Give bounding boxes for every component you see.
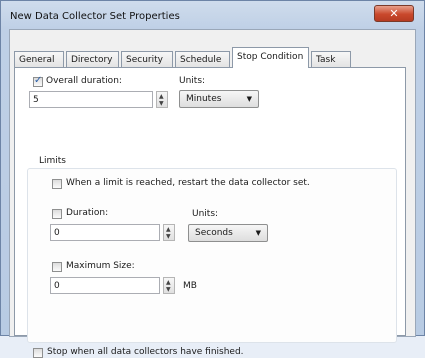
tab-stop-condition[interactable]: Stop Condition xyxy=(232,47,309,68)
max-size-checkbox[interactable] xyxy=(52,262,62,272)
stop-all-label: Stop when all data collectors have finis… xyxy=(47,347,244,357)
dialog-client: General Directory Security Schedule Stop… xyxy=(9,29,416,358)
duration-units-dropdown[interactable]: Seconds ▼ xyxy=(188,224,268,242)
tab-task[interactable]: Task xyxy=(311,51,351,67)
overall-duration-checkbox[interactable] xyxy=(33,75,43,87)
duration-input[interactable]: 0 xyxy=(50,224,160,241)
max-size-spinner[interactable]: ▲ ▼ xyxy=(163,277,175,294)
tab-general[interactable]: General xyxy=(14,51,64,67)
overall-duration-spinner[interactable]: ▲ ▼ xyxy=(156,91,168,108)
dialog-window: New Data Collector Set Properties ✕ Gene… xyxy=(0,0,425,358)
stop-condition-panel: Overall duration: 5 ▲ ▼ Units: Minutes ▼… xyxy=(14,67,406,358)
chevron-down-icon: ▼ xyxy=(246,95,252,103)
spin-down-icon: ▼ xyxy=(159,100,164,107)
duration-units-value: Seconds xyxy=(195,228,233,238)
overall-duration-label: Overall duration: xyxy=(46,76,122,86)
window-title: New Data Collector Set Properties xyxy=(10,11,180,22)
duration-units-label: Units: xyxy=(192,209,219,219)
overall-units-dropdown[interactable]: Minutes ▼ xyxy=(179,90,259,108)
overall-units-label: Units: xyxy=(179,76,206,86)
duration-label: Duration: xyxy=(66,208,109,218)
close-button[interactable]: ✕ xyxy=(374,5,414,22)
tab-security[interactable]: Security xyxy=(121,51,173,67)
max-size-label: Maximum Size: xyxy=(66,261,135,271)
spin-down-icon: ▼ xyxy=(166,286,171,293)
stop-all-checkbox[interactable] xyxy=(33,348,43,358)
limits-groupbox xyxy=(27,168,397,343)
max-size-unit: MB xyxy=(183,281,197,291)
duration-checkbox[interactable] xyxy=(52,209,62,219)
tab-directory[interactable]: Directory xyxy=(66,51,119,67)
restart-label: When a limit is reached, restart the dat… xyxy=(66,178,310,188)
limits-title: Limits xyxy=(39,156,66,166)
restart-checkbox[interactable] xyxy=(52,179,62,189)
chevron-down-icon: ▼ xyxy=(255,229,261,237)
max-size-input[interactable]: 0 xyxy=(50,277,160,294)
tab-schedule[interactable]: Schedule xyxy=(175,51,230,67)
overall-duration-input[interactable]: 5 xyxy=(29,91,153,108)
duration-spinner[interactable]: ▲ ▼ xyxy=(163,224,175,241)
spin-down-icon: ▼ xyxy=(166,233,171,240)
overall-units-value: Minutes xyxy=(186,94,222,104)
